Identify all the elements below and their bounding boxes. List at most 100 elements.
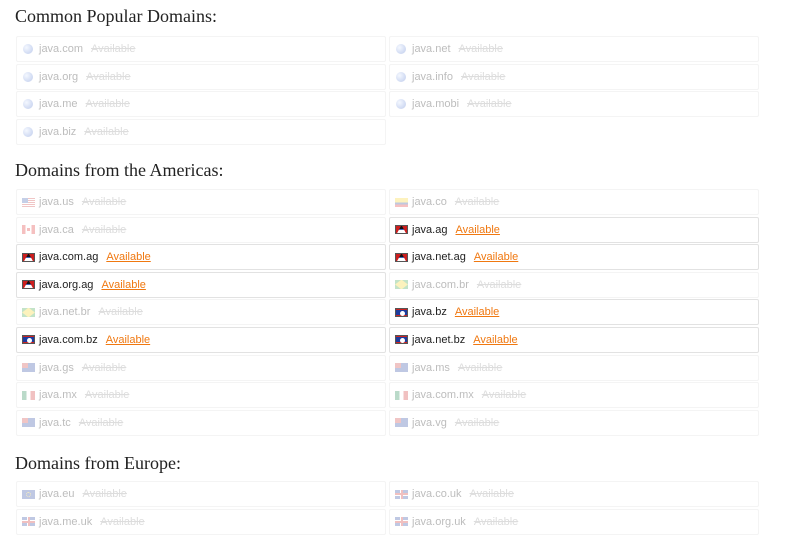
bz-flag-icon xyxy=(395,335,408,345)
domain-item[interactable]: java.us Available xyxy=(16,189,386,215)
available-link[interactable]: Available xyxy=(455,306,499,318)
domain-item[interactable]: java.mx Available xyxy=(16,382,386,409)
domain-name: java.ag xyxy=(412,223,448,236)
domain-name: java.biz xyxy=(39,125,77,138)
domain-name: java.co.uk xyxy=(412,488,462,500)
domain-name: java.net.ag xyxy=(412,251,466,264)
available-link[interactable]: Available xyxy=(473,334,517,346)
availability-status: Available xyxy=(98,306,143,319)
us-flag-icon xyxy=(22,197,35,207)
domain-item[interactable]: java.co.uk Available xyxy=(389,481,759,507)
available-link[interactable]: Available xyxy=(106,251,150,263)
domain-row: java.tc Available java.vg Available xyxy=(16,409,762,438)
domain-item[interactable]: java.net.ag Available xyxy=(389,244,759,271)
domain-item[interactable]: java.com Available xyxy=(16,36,386,62)
domain-item[interactable]: java.biz Available xyxy=(16,118,386,145)
domain-row: java.com.ag Available java.net.ag Available xyxy=(16,244,762,272)
availability-status: Available xyxy=(78,416,124,429)
availability-status: Available xyxy=(85,98,130,111)
domain-item[interactable]: java.com.bz Available xyxy=(16,326,386,353)
globe-icon xyxy=(23,44,33,54)
domain-item[interactable]: java.net Available xyxy=(389,36,759,62)
domain-item[interactable]: java.tc Available xyxy=(16,409,386,436)
availability-status: Available xyxy=(84,125,129,138)
domain-name: java.net xyxy=(412,43,451,55)
domain-item[interactable]: java.info Available xyxy=(389,63,759,90)
globe-icon xyxy=(23,99,33,110)
vg-flag-icon xyxy=(395,418,408,428)
domain-grid-europe: java.eu Available java.co.uk Available java.… xyxy=(16,481,762,536)
domain-item[interactable]: java.eu Available xyxy=(16,481,386,507)
domain-item[interactable]: java.org Available xyxy=(16,63,386,90)
domain-item[interactable]: java.com.ag Available xyxy=(16,244,386,271)
domain-name: java.us xyxy=(39,196,74,208)
availability-status: Available xyxy=(84,389,130,402)
availability-status: Available xyxy=(473,515,519,528)
domain-name: java.tc xyxy=(39,416,71,429)
domain-row: java.biz Available xyxy=(16,118,762,147)
domain-item[interactable]: java.gs Available xyxy=(16,354,386,381)
br-flag-icon xyxy=(395,280,408,290)
domain-row: java.me.uk Available java.org.uk Available xyxy=(16,508,762,536)
availability-status: Available xyxy=(481,389,527,402)
domain-name: java.bz xyxy=(412,306,447,319)
globe-icon xyxy=(23,126,33,137)
uk-flag-icon xyxy=(22,517,35,527)
domain-name: java.net.bz xyxy=(412,333,466,346)
availability-status: Available xyxy=(457,361,503,374)
domain-item[interactable]: java.ag Available xyxy=(389,216,759,243)
domain-name: java.ms xyxy=(412,361,450,374)
availability-status: Available xyxy=(82,488,127,500)
globe-icon xyxy=(23,71,33,82)
bz-flag-icon xyxy=(395,307,408,317)
domain-item[interactable]: java.net.br Available xyxy=(16,299,386,326)
ag-flag-icon xyxy=(395,252,408,262)
domain-name: java.net.br xyxy=(39,306,91,319)
domain-row: java.us Available java.co Available xyxy=(16,189,762,217)
availability-status: Available xyxy=(81,223,127,236)
availability-status: Available xyxy=(458,43,503,55)
domain-name: java.org.ag xyxy=(39,278,94,291)
domain-row: java.eu Available java.co.uk Available xyxy=(16,481,762,509)
domain-item[interactable]: java.me Available xyxy=(16,91,386,118)
availability-status: Available xyxy=(91,43,136,55)
domain-item[interactable]: java.bz Available xyxy=(389,299,759,326)
mx-flag-icon xyxy=(395,390,408,400)
ca-flag-icon xyxy=(22,225,35,235)
available-link[interactable]: Available xyxy=(455,224,499,236)
domain-name: java.com xyxy=(39,43,84,55)
domain-item[interactable]: java.ms Available xyxy=(389,354,759,381)
available-link[interactable]: Available xyxy=(106,334,150,346)
domain-row: java.org.ag Available java.com.br Available xyxy=(16,271,762,300)
domain-name: java.eu xyxy=(39,488,75,500)
domain-item[interactable]: java.net.bz Available xyxy=(389,326,759,353)
section-title-popular: Common Popular Domains: xyxy=(15,6,217,26)
domain-grid-popular: java.com Available java.net Available java.o… xyxy=(16,36,762,146)
domain-row: java.me Available java.mobi Available xyxy=(16,91,762,119)
domain-name: java.co xyxy=(412,196,447,208)
domain-item[interactable]: java.mobi Available xyxy=(389,91,759,118)
uk-flag-icon xyxy=(395,489,408,499)
gs-flag-icon xyxy=(22,363,35,373)
domain-item[interactable]: java.co Available xyxy=(389,189,759,215)
domain-row: java.net.br Available java.bz Available xyxy=(16,299,762,327)
availability-status: Available xyxy=(81,196,127,208)
tc-flag-icon xyxy=(22,418,35,428)
domain-row: java.org Available java.info Available xyxy=(16,63,762,92)
domain-item[interactable]: java.vg Available xyxy=(389,409,759,436)
available-link[interactable]: Available xyxy=(101,279,145,291)
ms-flag-icon xyxy=(395,363,408,373)
domain-item[interactable]: java.org.ag Available xyxy=(16,271,386,298)
domain-row: java.com.bz Available java.net.bz Available xyxy=(16,326,762,355)
available-link[interactable]: Available xyxy=(474,251,518,263)
domain-item[interactable]: java.org.uk Available xyxy=(389,508,759,535)
domain-item[interactable]: java.com.mx Available xyxy=(389,382,759,409)
domain-item[interactable]: java.ca Available xyxy=(16,216,386,243)
globe-icon xyxy=(396,44,406,54)
domain-name: java.org.uk xyxy=(412,515,466,528)
domain-item[interactable]: java.me.uk Available xyxy=(16,508,386,535)
domain-grid-americas: java.us Available java.co Available java.ca A… xyxy=(16,189,762,437)
domain-item[interactable]: java.com.br Available xyxy=(389,271,759,298)
domain-results-page: Common Popular Domains: java.com Availabl… xyxy=(0,0,800,535)
domain-name: java.com.br xyxy=(412,278,469,291)
